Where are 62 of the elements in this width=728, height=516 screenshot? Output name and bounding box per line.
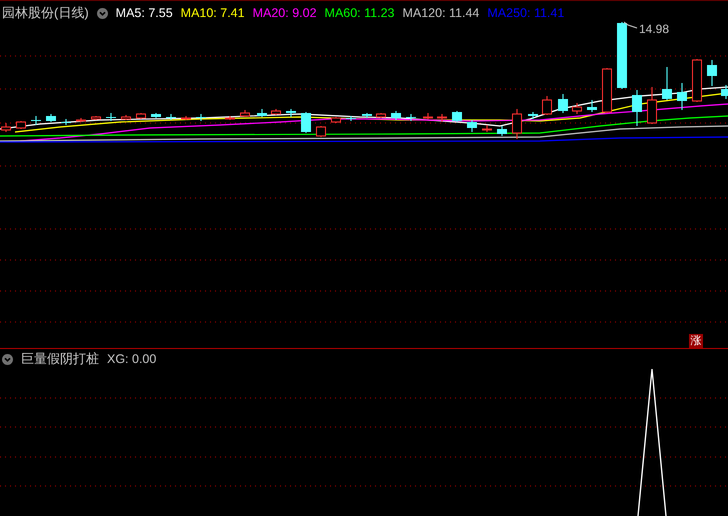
candlestick bbox=[225, 116, 235, 120]
candlestick bbox=[512, 108, 522, 140]
candlestick bbox=[497, 126, 507, 136]
candlestick bbox=[558, 94, 568, 114]
candlestick bbox=[31, 116, 41, 126]
chevron-down-icon[interactable] bbox=[96, 8, 108, 18]
candlestick bbox=[271, 108, 281, 116]
candlestick bbox=[437, 114, 447, 122]
candlestick bbox=[316, 126, 326, 138]
candlestick bbox=[587, 100, 597, 112]
panel-title: 园林股份(日线) bbox=[2, 4, 89, 22]
candlestick bbox=[136, 112, 146, 120]
candlestick bbox=[542, 96, 552, 116]
rise-badge: 涨 bbox=[689, 334, 703, 348]
candlestick bbox=[721, 84, 728, 100]
candlestick bbox=[257, 108, 267, 118]
candlestick bbox=[452, 110, 462, 122]
candlestick bbox=[61, 118, 71, 126]
candlestick bbox=[181, 116, 191, 120]
candlestick bbox=[406, 114, 416, 122]
candlestick bbox=[346, 116, 356, 122]
indicator-value: MA10: 7.41 bbox=[180, 6, 245, 20]
candlestick bbox=[362, 112, 372, 118]
candlestick bbox=[286, 108, 296, 118]
candlestick bbox=[482, 124, 492, 132]
candlestick bbox=[467, 120, 477, 132]
indicator-value: MA20: 9.02 bbox=[252, 6, 317, 20]
candlestick bbox=[76, 118, 86, 122]
candlestick bbox=[617, 22, 627, 90]
candlestick bbox=[662, 66, 672, 100]
indicator-value: MA120: 11.44 bbox=[402, 6, 480, 20]
candlestick bbox=[166, 114, 176, 120]
candlestick bbox=[106, 112, 116, 122]
candlestick bbox=[151, 112, 161, 118]
candlestick bbox=[602, 68, 612, 114]
candlestick bbox=[196, 114, 206, 122]
candlestick bbox=[632, 90, 642, 126]
candlestick bbox=[376, 112, 386, 118]
candlestick bbox=[572, 102, 582, 114]
candlestick bbox=[331, 116, 341, 124]
candlestick bbox=[301, 112, 311, 134]
panel-title: 巨量假阴打桩 bbox=[21, 350, 99, 368]
candlestick bbox=[240, 110, 250, 118]
candlestick bbox=[423, 112, 433, 120]
indicator-value: MA250: 11.41 bbox=[487, 6, 564, 20]
candlestick bbox=[677, 82, 687, 110]
candlestick bbox=[692, 58, 702, 102]
peak-price-label: 14.98 bbox=[639, 22, 670, 36]
candlestick bbox=[391, 110, 401, 120]
candlestick bbox=[121, 114, 131, 120]
candlestick bbox=[16, 120, 26, 130]
candlestick bbox=[647, 86, 657, 124]
indicator-value: MA5: 7.55 bbox=[116, 6, 173, 20]
candlestick bbox=[91, 116, 101, 120]
candlestick bbox=[707, 60, 717, 86]
leader-line bbox=[624, 22, 638, 28]
candlestick bbox=[46, 114, 56, 122]
indicator-value: MA60: 11.23 bbox=[324, 6, 394, 20]
candlestick bbox=[1, 122, 11, 132]
candlestick bbox=[528, 112, 538, 120]
chevron-down-icon[interactable] bbox=[2, 354, 13, 364]
indicator-value: XG: 0.00 bbox=[107, 352, 156, 366]
